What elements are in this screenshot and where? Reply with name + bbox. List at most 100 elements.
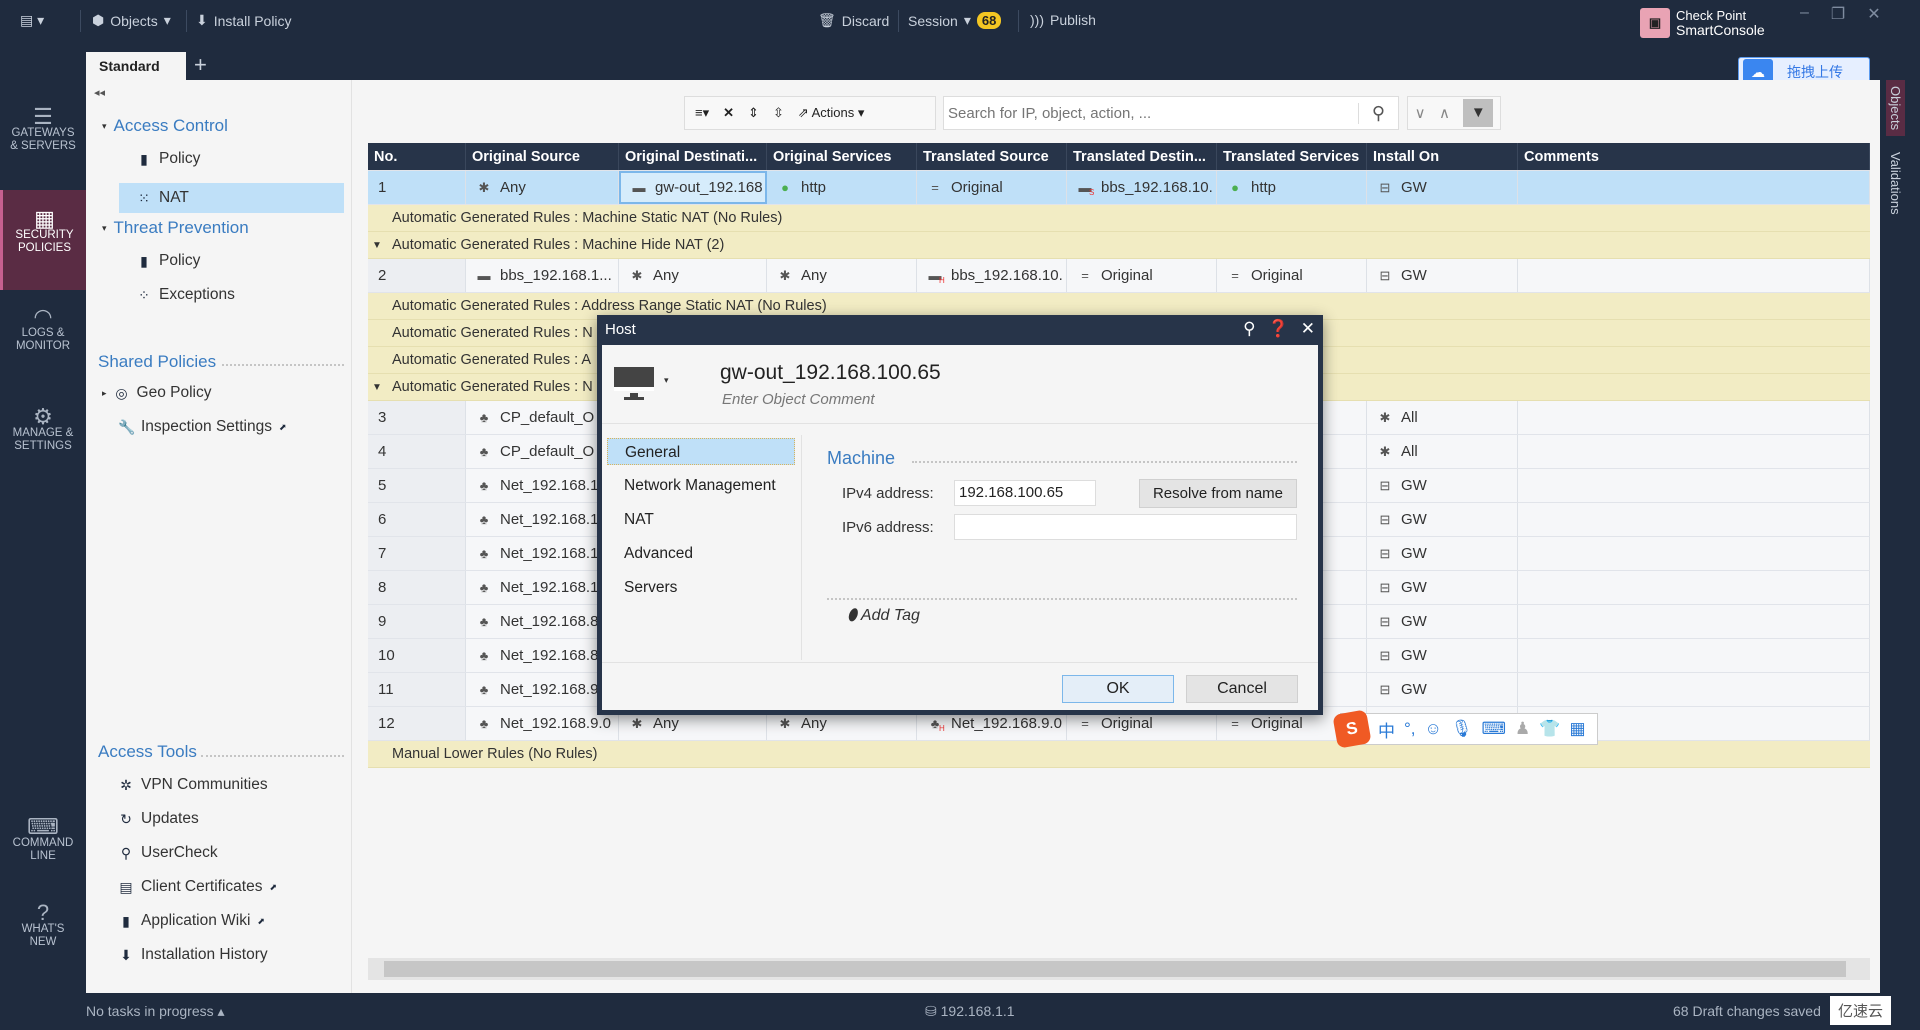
close-dialog-button[interactable]: ✕: [1301, 319, 1315, 339]
user-icon[interactable]: ♟: [1515, 719, 1530, 739]
expand-toggle-icon[interactable]: ▼: [372, 240, 382, 251]
sogou-logo[interactable]: S: [1332, 709, 1372, 749]
table-cell[interactable]: ⊟ GW: [1367, 605, 1518, 638]
table-cell[interactable]: [1518, 435, 1870, 468]
column-header[interactable]: Translated Source: [917, 143, 1067, 170]
table-cell[interactable]: [1518, 537, 1870, 570]
nav-manage-settings[interactable]: ⚙ MANAGE & SETTINGS: [0, 406, 86, 453]
expand-all-icon[interactable]: ⇕: [748, 105, 759, 121]
tree-nat[interactable]: ⁙ NAT: [119, 183, 344, 213]
table-cell[interactable]: ⊟ GW: [1367, 259, 1518, 292]
horizontal-scrollbar[interactable]: [368, 958, 1870, 980]
tree-tp-policy[interactable]: ▮ Policy: [136, 252, 200, 270]
table-cell[interactable]: ⊟ GW: [1367, 503, 1518, 536]
objects-menu-button[interactable]: ⬢ Objects ▾: [92, 12, 171, 29]
objects-side-tab[interactable]: Objects: [1886, 80, 1905, 137]
add-tab-button[interactable]: +: [194, 52, 207, 78]
table-cell[interactable]: ✱ Any: [466, 171, 619, 204]
add-rule-icon[interactable]: ≡▾: [695, 105, 709, 121]
tree-installation-history[interactable]: ⬇ Installation History: [118, 946, 268, 964]
tree-updates[interactable]: ↻ Updates: [118, 810, 199, 828]
nav-whats-new[interactable]: ? WHAT'S NEW: [0, 902, 86, 949]
table-cell[interactable]: [1518, 171, 1870, 204]
toolbox-icon[interactable]: ▦: [1569, 719, 1585, 739]
search-icon[interactable]: ⚲: [1358, 102, 1398, 124]
nav-security-policies[interactable]: ▦ SECURITY POLICIES: [0, 190, 86, 290]
column-header[interactable]: Original Destinati...: [619, 143, 767, 170]
table-cell[interactable]: [1518, 503, 1870, 536]
restore-button[interactable]: ❐: [1831, 4, 1845, 24]
minimize-button[interactable]: –: [1800, 4, 1809, 24]
discard-button[interactable]: 🗑 Discard: [818, 12, 889, 29]
resolve-from-name-button[interactable]: Resolve from name: [1139, 479, 1297, 508]
table-cell[interactable]: = Original: [1067, 259, 1217, 292]
close-window-button[interactable]: ✕: [1867, 4, 1880, 24]
section-row[interactable]: Automatic Generated Rules : Machine Stat…: [368, 205, 1870, 232]
tab-standard[interactable]: Standard: [86, 52, 186, 80]
tree-usercheck[interactable]: ⚲ UserCheck: [118, 844, 218, 862]
collapse-all-icon[interactable]: ⇳: [773, 105, 784, 121]
column-header[interactable]: Translated Services: [1217, 143, 1367, 170]
object-name[interactable]: gw-out_192.168.100.65: [720, 361, 941, 385]
table-cell[interactable]: ✱ All: [1367, 435, 1518, 468]
table-row[interactable]: 1 ✱ Any ▬ gw-out_192.168 ● http = Original ▬ S bbs_…: [368, 171, 1870, 205]
table-cell[interactable]: [1518, 401, 1870, 434]
install-policy-button[interactable]: ⬇ Install Policy: [196, 12, 292, 29]
column-header[interactable]: Original Source: [466, 143, 619, 170]
table-cell[interactable]: [1518, 259, 1870, 292]
dialog-nav-advanced[interactable]: Advanced: [607, 540, 795, 567]
tree-threat-prevention[interactable]: ▾ Threat Prevention: [102, 218, 249, 238]
previous-result-button[interactable]: ∧: [1439, 104, 1450, 122]
table-cell[interactable]: ● http: [767, 171, 917, 204]
column-header[interactable]: Comments: [1518, 143, 1870, 170]
table-cell[interactable]: = Original: [1217, 259, 1367, 292]
table-cell[interactable]: ✱ Any: [767, 259, 917, 292]
table-cell[interactable]: [1518, 605, 1870, 638]
nav-command-line[interactable]: ⌨ COMMAND LINE: [0, 816, 86, 863]
ipv6-input[interactable]: [954, 514, 1297, 540]
search-input[interactable]: [944, 98, 1358, 128]
table-cell[interactable]: ✱ Any: [619, 259, 767, 292]
dialog-nav-servers[interactable]: Servers: [607, 574, 795, 601]
ime-mode-toggle[interactable]: 中: [1378, 717, 1395, 742]
table-cell[interactable]: [1518, 673, 1870, 706]
table-cell[interactable]: ● http: [1217, 171, 1367, 204]
column-header[interactable]: Install On: [1367, 143, 1518, 170]
section-row[interactable]: Manual Lower Rules (No Rules): [368, 741, 1870, 768]
add-tag-button[interactable]: ⬮ Add Tag: [847, 607, 920, 625]
tasks-status[interactable]: No tasks in progress ▴: [86, 1003, 225, 1020]
tree-exceptions[interactable]: ⁘ Exceptions: [136, 286, 235, 304]
table-row[interactable]: 2 ▬ bbs_192.168.1... ✱ Any ✱ Any ▬ H bbs_192.168.…: [368, 259, 1870, 293]
tree-geo-policy[interactable]: ▸ ◎ Geo Policy: [102, 384, 211, 402]
table-cell[interactable]: ⊟ GW: [1367, 639, 1518, 672]
table-cell[interactable]: ⊟ GW: [1367, 537, 1518, 570]
dialog-nav-network-management[interactable]: Network Management: [607, 472, 795, 499]
tree-ac-policy[interactable]: ▮ Policy: [136, 150, 200, 168]
tree-application-wiki[interactable]: ▮ Application Wiki ⬈: [118, 912, 265, 930]
emoji-icon[interactable]: ☺: [1425, 719, 1442, 739]
cancel-button[interactable]: Cancel: [1186, 675, 1298, 703]
table-cell[interactable]: ✱ All: [1367, 401, 1518, 434]
dialog-nav-nat[interactable]: NAT: [607, 506, 795, 533]
tree-access-control[interactable]: ▾ Access Control: [102, 116, 228, 136]
column-header[interactable]: Original Services: [767, 143, 917, 170]
filter-button[interactable]: ▼: [1463, 99, 1494, 127]
table-cell[interactable]: ▬ H bbs_192.168.10.: [917, 259, 1067, 292]
microphone-icon[interactable]: 🎙: [1451, 719, 1473, 739]
host-type-selector[interactable]: ▾: [614, 365, 669, 401]
ipv4-input[interactable]: 192.168.100.65: [954, 480, 1096, 506]
collapse-panel-button[interactable]: ◂◂: [94, 86, 105, 99]
nav-logs-monitor[interactable]: ◠ LOGS & MONITOR: [0, 306, 86, 353]
session-menu-button[interactable]: Session ▾ 68: [908, 12, 1002, 29]
table-cell[interactable]: ⊟ GW: [1367, 171, 1518, 204]
validations-side-tab[interactable]: Validations: [1888, 152, 1903, 215]
actions-menu-button[interactable]: ⇗ Actions ▾: [798, 105, 865, 121]
object-comment-input[interactable]: Enter Object Comment: [722, 391, 875, 408]
section-row[interactable]: ▼ Automatic Generated Rules : Machine Hid…: [368, 232, 1870, 259]
dialog-nav-general[interactable]: General: [607, 438, 795, 465]
next-result-button[interactable]: ∨: [1415, 104, 1426, 122]
punctuation-toggle[interactable]: °,: [1404, 719, 1416, 739]
app-menu-button[interactable]: ▤ ▾: [20, 12, 44, 29]
table-cell[interactable]: ▬ bbs_192.168.1...: [466, 259, 619, 292]
expand-toggle-icon[interactable]: ▼: [372, 382, 382, 393]
